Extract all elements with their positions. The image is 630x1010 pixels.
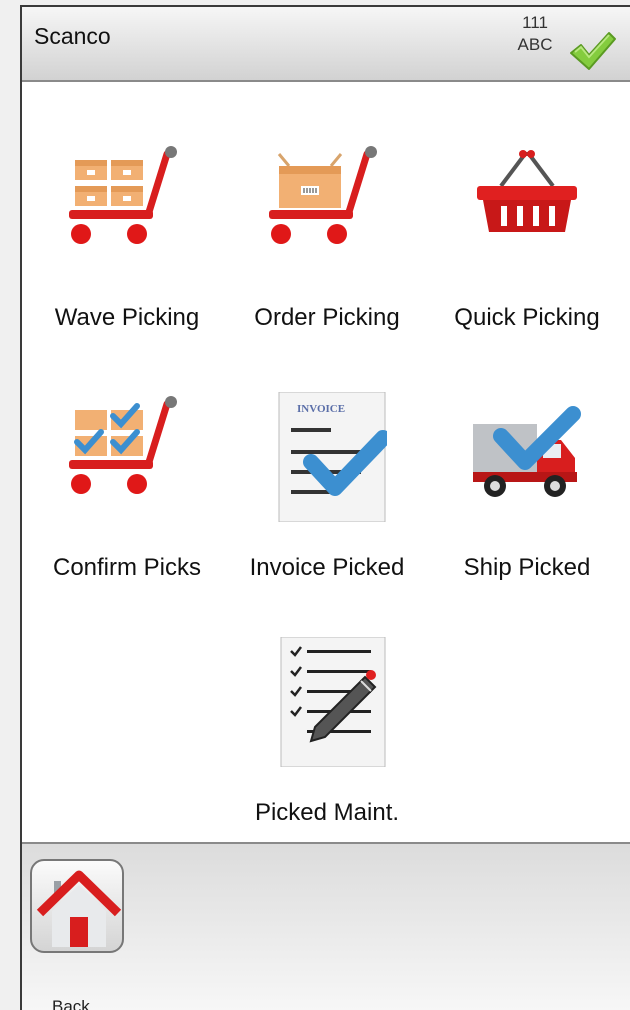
menu-item-ship-picked[interactable]: Ship Picked: [427, 342, 627, 582]
status-code: 111: [522, 13, 548, 32]
order-picking-cart-icon: [269, 146, 377, 244]
menu-item-wave-picking[interactable]: Wave Picking: [27, 92, 227, 332]
invoice-check-icon: INVOICE: [278, 392, 387, 522]
menu-item-picked-maint[interactable]: Picked Maint.: [227, 587, 427, 827]
menu-item-label: Ship Picked: [463, 554, 591, 581]
menu-item-confirm-picks[interactable]: Confirm Picks: [27, 342, 227, 582]
checklist-pencil-icon: [280, 637, 386, 767]
confirm-picks-cart-icon: [69, 396, 177, 494]
wave-picking-cart-icon: [69, 146, 177, 244]
footer-bar: Back: [22, 842, 630, 1010]
menu-item-label: Order Picking: [254, 304, 400, 331]
app-window: Scanco 111 ABC Wave Picking Order Pickin…: [20, 5, 630, 1010]
invoice-doc-text: INVOICE: [297, 403, 345, 415]
menu-grid: Wave Picking Order Picking Quick Picking…: [22, 82, 630, 842]
home-icon: [36, 870, 122, 947]
back-label: Back: [52, 997, 90, 1010]
menu-item-invoice-picked[interactable]: INVOICE Invoice Picked: [227, 342, 427, 582]
truck-check-icon: [473, 406, 581, 497]
confirm-check-icon[interactable]: [567, 25, 617, 75]
menu-item-quick-picking[interactable]: Quick Picking: [427, 92, 627, 332]
back-button[interactable]: [30, 859, 124, 953]
menu-item-label: Wave Picking: [54, 304, 200, 331]
status-sub: ABC: [517, 35, 553, 54]
menu-item-label: Invoice Picked: [249, 554, 405, 581]
header-bar: Scanco 111 ABC: [22, 7, 630, 82]
basket-icon: [477, 150, 577, 232]
menu-item-label: Confirm Picks: [52, 554, 202, 581]
menu-item-order-picking[interactable]: Order Picking: [227, 92, 427, 332]
menu-item-label: Quick Picking: [454, 304, 600, 331]
app-title: Scanco: [34, 23, 111, 49]
menu-item-label: Picked Maint.: [254, 799, 400, 826]
